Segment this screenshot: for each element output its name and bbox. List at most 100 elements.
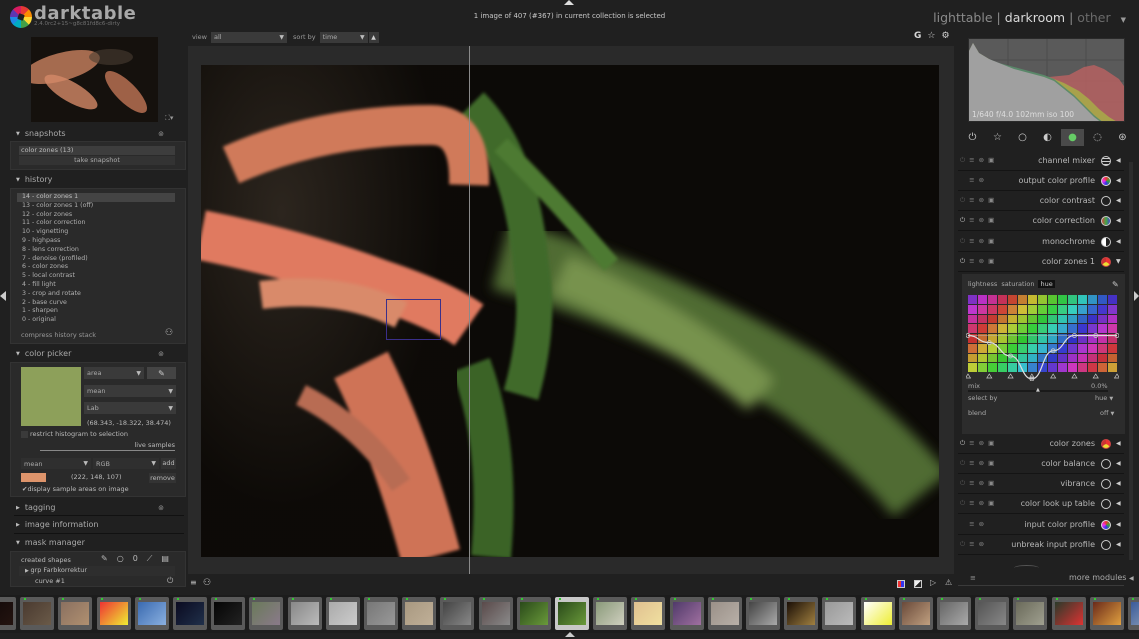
filmstrip-thumbnail[interactable] <box>593 597 628 630</box>
filmstrip-thumbnail[interactable] <box>287 597 322 630</box>
filmstrip-thumbnail[interactable] <box>478 597 513 630</box>
module-color-balance[interactable]: ⏻ ≡ ⊚ ▣ color balance ◀ <box>958 454 1124 474</box>
multi-instance-icon[interactable]: ≡ <box>969 156 974 165</box>
filmstrip-thumbnail[interactable] <box>1051 597 1086 630</box>
power-icon[interactable]: ⏻ <box>960 257 965 266</box>
reset-icon[interactable]: ⊚ <box>979 520 984 529</box>
filmstrip[interactable] <box>0 595 1139 633</box>
filmstrip-thumbnail[interactable] <box>20 597 55 630</box>
triangle-down-icon[interactable]: ▼ <box>1116 258 1124 265</box>
filmstrip-thumbnail[interactable] <box>1013 597 1048 630</box>
presets-icon[interactable]: ▣ <box>988 499 994 508</box>
filmstrip-thumbnail[interactable] <box>96 597 131 630</box>
reset-icon[interactable]: ⊚ <box>979 499 984 508</box>
history-item[interactable]: 8 - lens correction <box>17 246 175 255</box>
ellipse-shape-icon[interactable]: 0 <box>133 554 138 564</box>
power-icon[interactable]: ⏻ <box>960 196 965 205</box>
view-other[interactable]: other <box>1077 10 1110 25</box>
triangle-left-icon[interactable]: ◀ <box>1116 177 1124 184</box>
history-item[interactable]: 4 - fill light <box>17 281 175 290</box>
reset-icon[interactable]: ⊚ <box>979 176 984 185</box>
sort-by-combo[interactable]: time ▼ <box>319 31 368 43</box>
reset-icon[interactable]: ⊚ <box>979 540 984 549</box>
module-unbreak-input-profile[interactable]: ⏻ ≡ ⊚ unbreak input profile ◀ <box>958 535 1124 555</box>
filmstrip-thumbnail[interactable] <box>860 597 895 630</box>
node-handle-icon[interactable] <box>1050 373 1057 379</box>
history-item[interactable]: 11 - color correction <box>17 219 175 228</box>
history-item[interactable]: 7 - denoise (profiled) <box>17 255 175 264</box>
color-icon[interactable]: ● <box>1061 128 1084 146</box>
snapshot-item[interactable]: color zones (13) <box>19 146 175 155</box>
history-item[interactable]: 14 - color zones 1 <box>17 193 175 202</box>
sample-colorspace-combo[interactable]: RGB ▼ <box>93 458 159 469</box>
power-icon[interactable]: ⏻ <box>960 540 965 549</box>
reset-icon[interactable]: ⊚ <box>979 257 984 266</box>
raw-overexposed-icon[interactable]: ▷ <box>930 578 936 587</box>
power-icon[interactable]: ⏻ <box>960 237 965 246</box>
node-handle-icon[interactable] <box>1113 373 1120 379</box>
node-handle-icon[interactable] <box>1028 373 1035 379</box>
presets-menu-icon[interactable]: ≡ <box>190 578 197 587</box>
mask-group-item[interactable]: ▶ grp Farbkorrektur <box>19 566 175 576</box>
history-item[interactable]: 12 - color zones <box>17 211 175 220</box>
multi-instance-icon[interactable]: ≡ <box>969 237 974 246</box>
filmstrip-thumbnail[interactable] <box>669 597 704 630</box>
multi-instance-icon[interactable]: ≡ <box>969 216 974 225</box>
history-item[interactable]: 10 - vignetting <box>17 228 175 237</box>
more-modules-button[interactable]: more modules ◀ <box>1069 573 1134 582</box>
filmstrip-thumbnail[interactable] <box>555 597 589 630</box>
navigation-thumbnail[interactable] <box>31 37 158 122</box>
picker-statistic-combo[interactable]: mean ▼ <box>84 385 176 397</box>
history-item[interactable]: 3 - crop and rotate <box>17 290 175 299</box>
path-shape-icon[interactable]: ▤ <box>161 554 169 564</box>
color-zones-curve[interactable] <box>966 293 1119 381</box>
power-icon[interactable]: ⏻ <box>960 479 965 488</box>
overexposed-warning-icon[interactable]: ⚠ <box>945 578 952 587</box>
eyedropper-icon[interactable]: ✎ <box>1112 280 1119 289</box>
multi-instance-icon[interactable]: ≡ <box>969 257 974 266</box>
presets-icon[interactable]: ▣ <box>988 257 994 266</box>
filmstrip-thumbnail[interactable] <box>364 597 398 630</box>
filmstrip-thumbnail[interactable] <box>516 597 551 630</box>
filmstrip-thumbnail[interactable] <box>898 597 933 630</box>
reset-icon[interactable]: ⊚ <box>979 439 984 448</box>
gamut-check-icon[interactable] <box>914 580 922 588</box>
history-item[interactable]: 0 - original <box>17 316 175 325</box>
triangle-left-icon[interactable]: ◀ <box>1116 197 1124 204</box>
circle-shape-icon[interactable]: ○ <box>117 554 124 564</box>
filmstrip-thumbnail[interactable] <box>402 597 437 630</box>
left-panel-collapse-arrow[interactable] <box>0 291 6 301</box>
filmstrip-thumbnail[interactable] <box>211 597 246 630</box>
node-handle-icon[interactable] <box>1007 373 1014 379</box>
module-channel-mixer[interactable]: ⏻ ≡ ⊚ ▣ channel mixer ◀ <box>958 151 1124 171</box>
triangle-left-icon[interactable]: ◀ <box>1116 157 1124 164</box>
reset-icon[interactable]: ⊚ <box>158 130 164 138</box>
history-create-style-icon[interactable]: ⚇ <box>165 328 173 338</box>
module-color-contrast[interactable]: ⏻ ≡ ⊚ ▣ color contrast ◀ <box>958 191 1124 211</box>
power-icon[interactable]: ⏻ <box>960 499 965 508</box>
history-item[interactable]: 13 - color zones 1 (off) <box>17 202 175 211</box>
history-item[interactable]: 9 - highpass <box>17 237 175 246</box>
reset-icon[interactable]: ⊚ <box>979 459 984 468</box>
mask-manager-header[interactable]: ▼ mask manager <box>10 537 186 548</box>
color-picker-toggle-button[interactable]: ✎ <box>147 367 176 379</box>
power-icon[interactable]: ⏻ <box>960 216 965 225</box>
reset-icon[interactable]: ⊚ <box>158 350 164 358</box>
curve-line[interactable] <box>967 334 1117 380</box>
color-picker-area-box[interactable] <box>386 299 441 340</box>
triangle-left-icon[interactable]: ◀ <box>1116 541 1124 548</box>
filmstrip-thumbnail[interactable] <box>631 597 666 630</box>
triangle-left-icon[interactable]: ◀ <box>1116 500 1124 507</box>
right-panel-scrollbar[interactable] <box>1129 162 1133 560</box>
module-color-look-up-table[interactable]: ⏻ ≡ ⊚ ▣ color look up table ◀ <box>958 494 1124 514</box>
multi-instance-icon[interactable]: ≡ <box>969 176 974 185</box>
multi-instance-icon[interactable]: ≡ <box>969 520 974 529</box>
correct-icon[interactable]: ◌ <box>1086 129 1109 146</box>
presets-icon[interactable]: ▣ <box>988 156 994 165</box>
filmstrip-thumbnail[interactable] <box>440 597 475 630</box>
reset-icon[interactable]: ⊚ <box>158 504 164 512</box>
tagging-header[interactable]: ▶ tagging ⊚ <box>10 502 186 513</box>
circle-icon[interactable]: ○ <box>1011 129 1034 146</box>
view-lighttable[interactable]: lighttable <box>933 10 992 25</box>
triangle-left-icon[interactable]: ◀ <box>1116 521 1124 528</box>
